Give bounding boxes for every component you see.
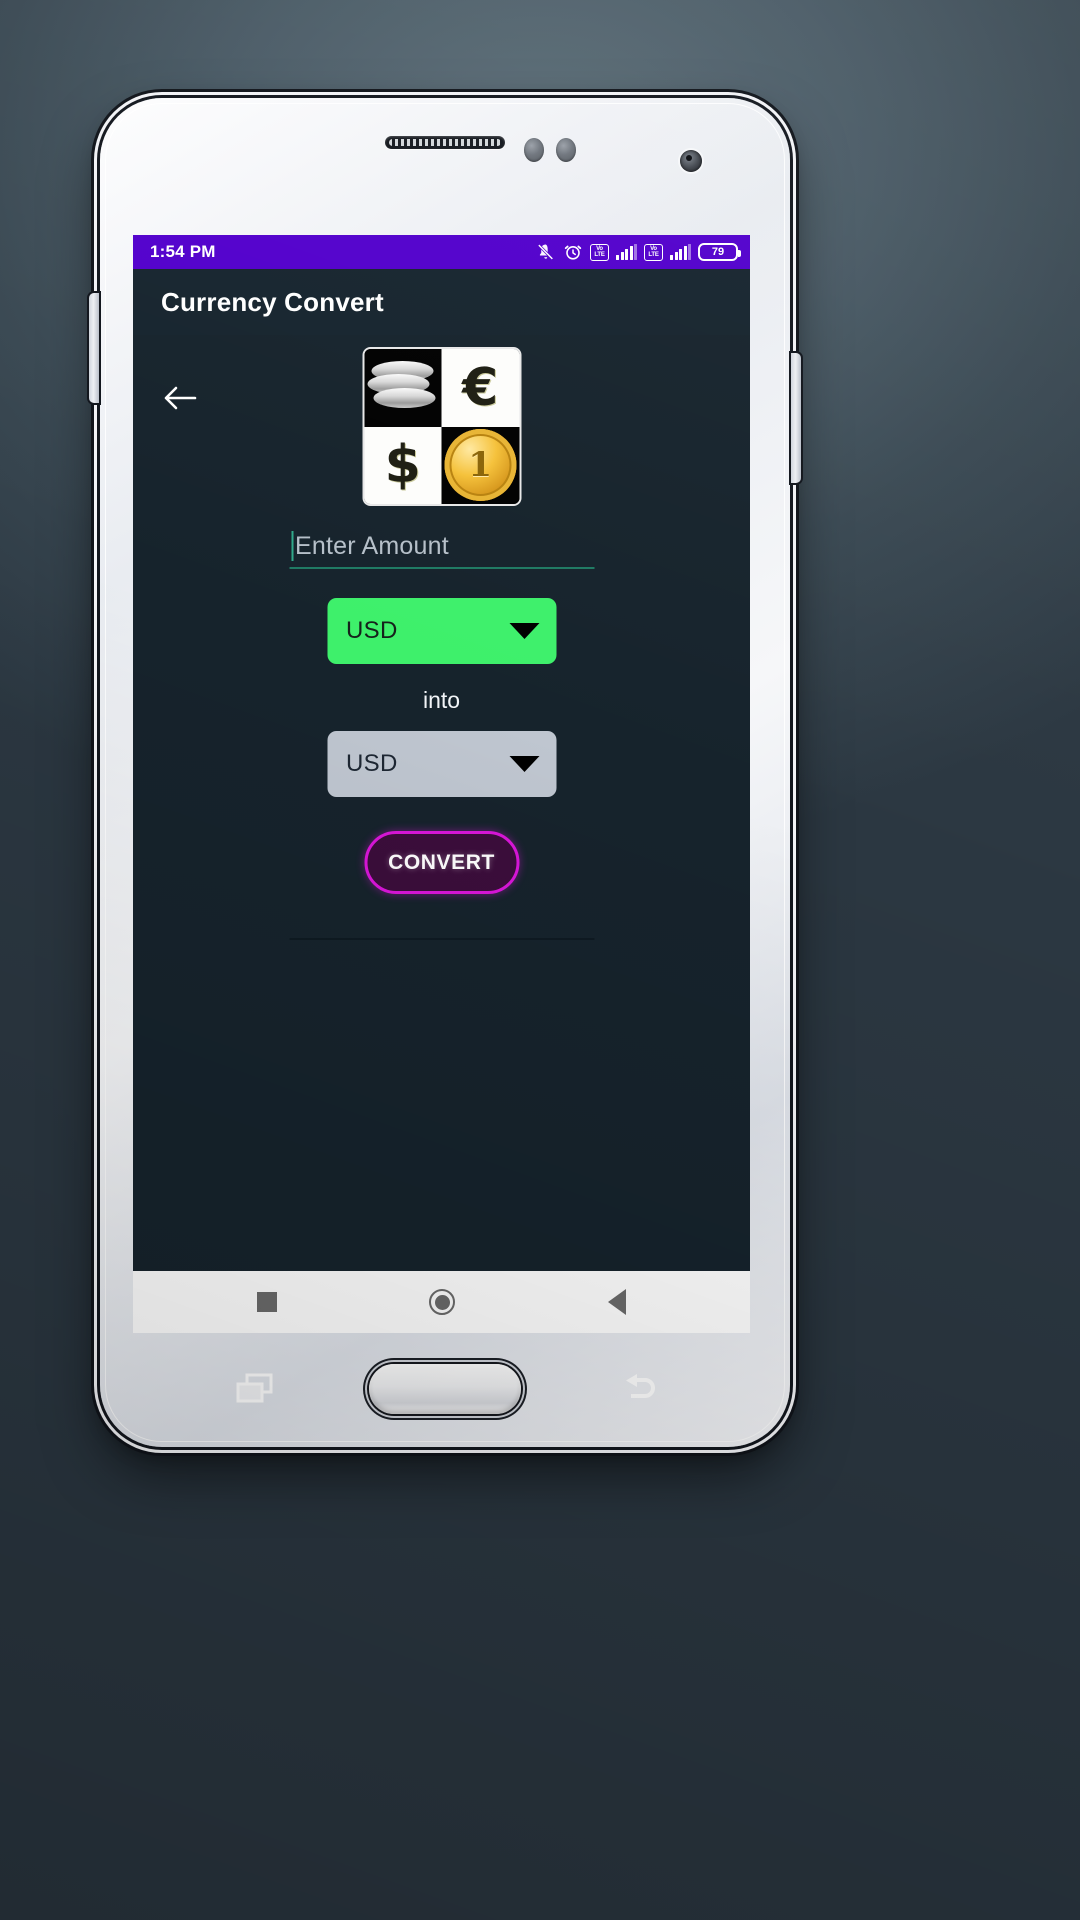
battery-icon: 79 — [698, 243, 741, 261]
currency-collage-image: € $ 1 — [364, 349, 519, 504]
from-currency-dropdown[interactable]: USD — [327, 598, 556, 664]
hw-home-button[interactable] — [369, 1364, 521, 1414]
battery-level: 79 — [711, 246, 725, 258]
hw-recents-button[interactable] — [234, 1371, 278, 1405]
into-label: into — [422, 687, 461, 713]
desk-backdrop: 1:54 PM Vo LTE Vo LTE 79 Currency Conver… — [0, 0, 1080, 1920]
proximity-sensor-icon — [524, 138, 544, 162]
chevron-down-icon — [509, 623, 539, 639]
earpiece-speaker — [385, 136, 505, 149]
coin-stack-icon — [367, 360, 438, 415]
front-camera-icon — [680, 150, 702, 172]
amount-input[interactable]: Enter Amount — [289, 525, 594, 569]
to-currency-dropdown[interactable]: USD — [327, 731, 556, 797]
android-nav-bar — [133, 1271, 750, 1333]
home-button[interactable] — [429, 1289, 456, 1315]
phone-screen: 1:54 PM Vo LTE Vo LTE 79 Currency Conver… — [133, 235, 750, 1333]
amount-placeholder: Enter Amount — [295, 531, 449, 560]
power-button[interactable] — [791, 353, 801, 483]
convert-button[interactable]: CONVERT — [364, 831, 519, 894]
main-content: € $ 1 Enter Amount USD into USD CONVERT — [133, 335, 750, 1271]
alarm-clock-icon — [564, 245, 582, 260]
volte-bottom-text-2: LTE — [648, 252, 659, 258]
light-sensor-icon — [556, 138, 576, 162]
hw-back-button[interactable] — [618, 1371, 662, 1405]
volte-icon: Vo LTE — [590, 243, 609, 261]
chevron-down-icon-2 — [509, 756, 539, 772]
gold-coin-value: 1 — [468, 445, 493, 486]
recents-button[interactable] — [257, 1292, 278, 1312]
result-divider — [289, 938, 594, 940]
status-time: 1:54 PM — [150, 242, 216, 261]
back-button[interactable] — [607, 1289, 626, 1315]
status-icons: Vo LTE Vo LTE 79 — [536, 242, 741, 262]
convert-button-label: CONVERT — [388, 850, 495, 874]
notifications-off-icon — [537, 244, 554, 260]
status-bar: 1:54 PM Vo LTE Vo LTE 79 — [133, 235, 750, 269]
volume-button[interactable] — [89, 293, 99, 403]
euro-symbol: € — [462, 357, 499, 418]
hardware-button-row — [100, 1345, 790, 1433]
signal-bars-icon — [616, 244, 637, 260]
signal-bars-icon-2 — [670, 244, 691, 260]
phone-device: 1:54 PM Vo LTE Vo LTE 79 Currency Conver… — [89, 98, 801, 1447]
to-currency-value: USD — [346, 750, 398, 777]
text-caret — [291, 531, 293, 561]
from-currency-value: USD — [346, 617, 398, 644]
page-title: Currency Convert — [161, 286, 384, 317]
collage-tile-coins — [364, 349, 442, 427]
volte-icon-2: Vo LTE — [644, 243, 663, 261]
gold-coin-icon: 1 — [444, 429, 517, 502]
app-bar: Currency Convert — [133, 269, 750, 335]
collage-tile-euro: € — [441, 349, 519, 427]
amount-field: Enter Amount — [289, 525, 594, 569]
dollar-symbol: $ — [384, 435, 421, 496]
back-arrow-icon[interactable] — [159, 377, 201, 419]
collage-tile-dollar: $ — [364, 426, 442, 504]
collage-tile-gold-coin: 1 — [441, 426, 519, 504]
volte-bottom-text: LTE — [594, 252, 605, 258]
